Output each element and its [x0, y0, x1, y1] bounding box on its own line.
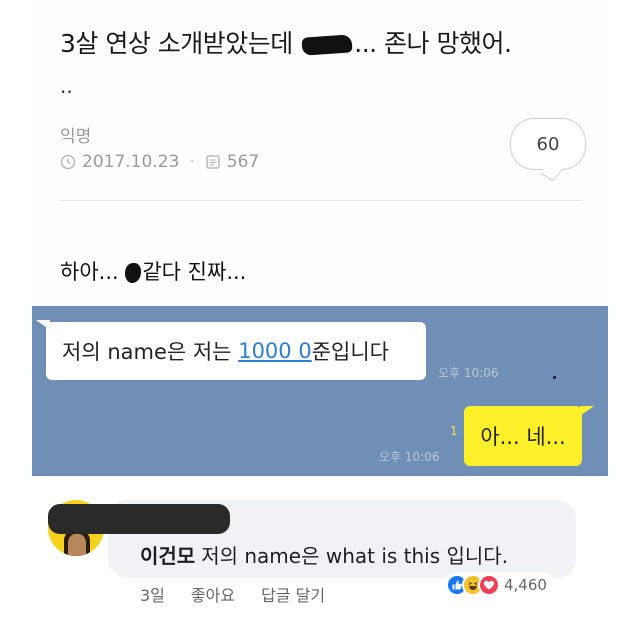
reactions-summary[interactable]: 4,460 — [444, 572, 555, 598]
chat-screenshot: 저의 name은 저는 1000 0 준입니다 오후 10:06 1 오후 10:… — [32, 306, 608, 476]
meta-separator: · — [189, 152, 195, 172]
post-continuation: .. — [60, 74, 73, 98]
comment-content: 이건모 저의 name은 what is this 입니다. — [140, 540, 508, 569]
post-body-start: 하아... — [60, 260, 119, 284]
incoming-link[interactable]: 1000 0 — [238, 339, 311, 363]
commenter-name[interactable]: 이건모 — [140, 544, 195, 568]
redaction-bar — [48, 504, 230, 534]
redaction-blot — [125, 263, 142, 283]
views-icon — [205, 154, 221, 170]
outgoing-text: 아... 네... — [480, 425, 566, 449]
post-author: 익명 — [60, 127, 92, 147]
incoming-text-start: 저의 name은 저는 — [62, 340, 232, 364]
like-button[interactable]: 좋아요 — [191, 582, 235, 606]
comment-text: 저의 name은 what is this 입니다. — [201, 544, 509, 568]
post-title-end: ... 존나 망했어. — [354, 29, 512, 58]
comment-count: 60 — [536, 133, 560, 155]
post-views: 567 — [226, 152, 260, 172]
clock-icon — [60, 154, 76, 170]
post-body: 하아... 같다 진짜... — [60, 256, 246, 286]
outgoing-timestamp: 오후 10:06 — [379, 450, 440, 464]
incoming-timestamp: 오후 10:06 — [438, 366, 499, 380]
redaction-scribble — [301, 34, 353, 56]
comment-actions: 3일 좋아요 답글 달기 — [140, 582, 325, 606]
post-card: 3살 연상 소개받았는데 ... 존나 망했어. .. 익명 2017.10.2… — [32, 0, 608, 306]
love-icon — [478, 574, 500, 596]
post-date: 2017.10.23 — [82, 152, 180, 172]
comment-age[interactable]: 3일 — [140, 582, 165, 606]
reply-button[interactable]: 답글 달기 — [261, 582, 325, 606]
outgoing-message: 아... 네... — [464, 406, 582, 466]
post-title[interactable]: 3살 연상 소개받았는데 ... 존나 망했어. — [60, 24, 512, 60]
avatar-face — [68, 534, 86, 556]
reaction-count: 4,460 — [504, 576, 547, 594]
screen-speck — [553, 376, 556, 379]
incoming-text-end: 준입니다 — [311, 340, 389, 364]
post-divider — [60, 200, 582, 201]
post-body-end: 같다 진짜... — [142, 260, 247, 284]
outgoing-bubble-tail — [580, 406, 594, 416]
post-title-start: 3살 연상 소개받았는데 — [60, 29, 293, 58]
post-meta: 2017.10.23 · 567 — [60, 152, 259, 172]
unread-count: 1 — [450, 424, 458, 438]
incoming-message: 저의 name은 저는 1000 0 준입니다 — [46, 322, 426, 380]
